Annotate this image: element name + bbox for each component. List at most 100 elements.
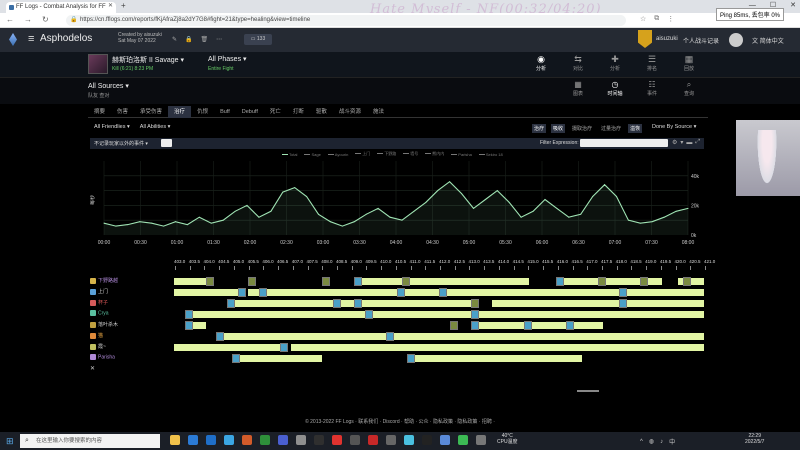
timeline-player-label[interactable]: ✕ [90,365,98,372]
close-tab-icon[interactable]: ✕ [108,2,113,9]
done-by-dropdown[interactable]: Done By Source ▾ [652,124,696,130]
ability-cast-icon[interactable] [566,321,575,330]
taskbar-app-icon[interactable] [242,435,252,445]
close-window-icon[interactable]: ✕ [790,1,796,9]
ability-cast-icon[interactable] [205,277,214,286]
timeline-player-label[interactable]: Crya [90,310,109,316]
buff-duration-bar[interactable] [227,300,471,307]
ability-cast-icon[interactable] [333,299,341,308]
buff-duration-bar[interactable] [174,344,280,351]
buff-duration-bar[interactable] [216,333,704,340]
expand-graph-icon[interactable]: ⤢ [695,139,700,146]
taskbar-app-icon[interactable] [314,435,324,445]
graph-event-select[interactable]: 不记录玩家以外的事件 ▾ [94,140,148,147]
user-name[interactable]: aisuzuki [656,36,678,42]
taskbar-app-icon[interactable] [458,435,468,445]
taskbar-app-icon[interactable] [332,435,342,445]
buff-duration-bar[interactable] [174,289,238,296]
tab-dispels[interactable]: 驱散 [310,106,333,118]
sub-nav-timeline[interactable]: ◷ 时间轴 [600,80,630,97]
ability-cast-icon[interactable] [598,277,606,286]
tray-chevron-icon[interactable]: ^ [640,439,643,445]
buff-duration-bar[interactable] [407,355,583,362]
taskbar-app-icon[interactable] [350,435,360,445]
abilities-dropdown[interactable]: All Abilities ▾ [140,124,171,130]
tab-interrupts[interactable]: 打断 [287,106,310,118]
taskbar-app-icon[interactable] [170,435,180,445]
browser-menu-icon[interactable]: ⋮ [667,15,674,23]
tab-summary[interactable]: 摘要 [88,106,111,118]
toggle-overheal[interactable]: 过量治疗 [599,124,623,133]
delete-icon[interactable]: 🗑 [201,36,209,43]
buff-duration-bar[interactable] [174,278,206,285]
ability-cast-icon[interactable] [184,321,193,330]
ability-cast-icon[interactable] [354,277,363,286]
tab-damage-taken[interactable]: 承受伤害 [134,106,168,118]
buff-duration-bar[interactable] [492,300,704,307]
top-nav-rankings[interactable]: ☰ 排名 [638,54,666,72]
reload-icon[interactable]: ↻ [42,15,49,24]
taskbar-app-icon[interactable] [260,435,270,445]
personal-logs-link[interactable]: 个人战斗记录 [683,36,719,45]
timeline-player-label[interactable]: 下野路越 [90,277,118,284]
tab-casts[interactable]: 施法 [367,106,390,118]
lock-icon[interactable]: 🔒 [70,16,77,23]
ability-cast-icon[interactable] [523,321,532,330]
ability-cast-icon[interactable] [184,310,193,319]
buff-duration-bar[interactable] [470,322,604,329]
ability-cast-icon[interactable] [258,288,267,297]
taskbar-app-icon[interactable] [296,435,306,445]
tab-healing[interactable]: 治疗 [168,105,192,118]
sub-nav-query[interactable]: ⌕ 查询 [674,80,704,97]
taskbar-app-icon[interactable] [386,435,396,445]
taskbar-app-icon[interactable] [368,435,378,445]
taskbar-app-icon[interactable] [422,435,432,445]
timeline-player-label[interactable]: 猫 [90,332,103,339]
tab-buffs[interactable]: Buff [214,106,236,118]
taskbar-app-icon[interactable] [224,435,234,445]
timeline-scrollbar[interactable] [577,390,599,392]
timeline-player-label[interactable]: 霞~ [90,343,106,350]
ability-cast-icon[interactable] [449,321,458,330]
top-nav-analysis[interactable]: ✚ 分析 [601,54,629,72]
url-field[interactable]: https://cn.fflogs.com/reports/fKjAfraZj8… [66,15,626,26]
windows-start-icon[interactable]: ⊞ [6,436,14,447]
ability-cast-icon[interactable] [248,277,257,286]
timeline-player-label[interactable]: 上门 [90,288,108,295]
boss-name-dropdown[interactable]: 赫斯珀洛斯 II Savage ▾ [112,55,184,65]
top-nav-compare[interactable]: ⇆ 对比 [564,54,592,72]
buff-duration-bar[interactable] [354,278,530,285]
ability-cast-icon[interactable] [280,343,288,352]
timeline-player-label[interactable]: 杯子 [90,299,108,306]
buff-duration-bar[interactable] [248,289,704,296]
graph-toggle-button[interactable] [161,139,172,147]
ability-cast-icon[interactable] [396,288,405,297]
language-selector[interactable]: 文 简体中文 [752,36,784,45]
buff-duration-bar[interactable] [290,344,704,351]
toggle-healing-taken[interactable]: 摄取治疗 [570,124,594,133]
ability-cast-icon[interactable] [682,277,691,286]
top-nav-analyze[interactable]: ◉ 分析 [527,54,555,72]
ability-cast-icon[interactable] [555,277,564,286]
taskbar-search-field[interactable]: ⌕ 在这里输入你要搜索的内容 [20,434,160,448]
comments-button[interactable]: ▭ 133 [244,34,272,45]
edit-icon[interactable]: ✎ [172,36,177,43]
filter-expression-input[interactable] [580,139,668,147]
taskbar-app-icon[interactable] [440,435,450,445]
lock-report-icon[interactable]: 🔒 [185,36,192,43]
more-icon[interactable]: ⋯ [216,36,222,43]
ability-cast-icon[interactable] [470,321,479,330]
back-icon[interactable]: ← [6,15,14,24]
tab-debuffs[interactable]: Debuff [236,106,264,118]
ability-cast-icon[interactable] [640,277,649,286]
timeline-player-label[interactable]: Parisha [90,354,115,360]
network-icon[interactable]: ◍ [649,438,654,445]
ability-cast-icon[interactable] [470,310,479,319]
ability-cast-icon[interactable] [354,299,363,308]
sub-nav-chart[interactable]: ▦ 图表 [563,80,593,97]
ability-cast-icon[interactable] [227,299,235,308]
tab-damage-done[interactable]: 伤害 [111,106,134,118]
ability-cast-icon[interactable] [619,288,628,297]
taskbar-clock[interactable]: 22:29 2022/5/7 [745,433,764,445]
tab-threat[interactable]: 仇恨 [191,106,214,118]
